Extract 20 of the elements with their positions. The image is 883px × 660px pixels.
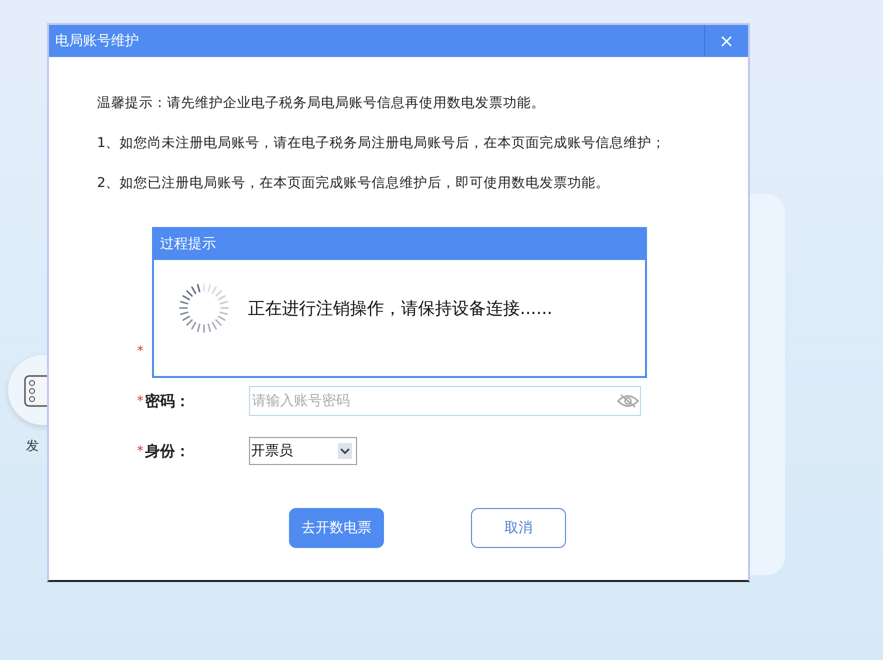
required-mark: *: [137, 394, 144, 408]
app-label: 发: [26, 438, 39, 455]
required-mark: *: [137, 444, 144, 458]
progress-message: 正在进行注销操作，请保持设备连接......: [248, 298, 552, 320]
cancel-button[interactable]: 取消: [471, 508, 566, 548]
notice-text: 2、如您已注册电局账号，在本页面完成账号信息维护后，即可使用数电发票功能。: [97, 174, 611, 193]
invoice-button[interactable]: 去开数电票: [289, 508, 384, 548]
required-mark: *: [137, 344, 144, 358]
dialog-title: 过程提示: [154, 229, 645, 260]
role-dropdown[interactable]: 开票员: [249, 437, 357, 465]
eye-slash-icon[interactable]: [617, 394, 639, 408]
window-title: 电局账号维护: [54, 32, 139, 50]
notice-text: 温馨提示：请先维护企业电子税务局电局账号信息再使用数电发票功能。: [97, 94, 546, 113]
field-label: 身份：: [145, 442, 190, 460]
password-field[interactable]: 请输入账号密码: [249, 386, 641, 416]
caret-icon: [338, 443, 352, 459]
close-button[interactable]: ×: [704, 25, 748, 57]
notice-text: 1、如您尚未注册电局账号，请在电子税务局注册电局账号后，在本页面完成账号信息维护；: [97, 134, 667, 153]
field-label: 密码：: [145, 392, 190, 410]
loading-spinner-icon: [178, 282, 230, 334]
